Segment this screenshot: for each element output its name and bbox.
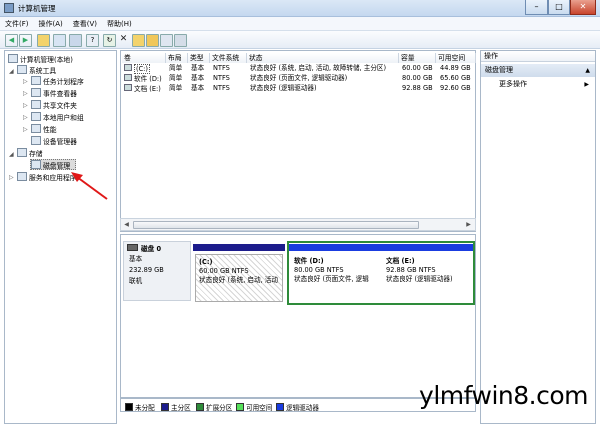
disk-graphical-view: 磁盘 0 基本 232.89 GB 联机 (C:) 60.00 GB NTFS … — [120, 234, 476, 398]
disk-info-panel[interactable]: 磁盘 0 基本 232.89 GB 联机 — [123, 241, 191, 301]
volume-cell: 软件 (D:) — [124, 74, 162, 84]
open-icon[interactable] — [146, 34, 159, 47]
collapse-arrow-icon: ▲ — [585, 67, 590, 74]
capacity-cell: 92.88 GB — [402, 84, 433, 92]
menu-file[interactable]: 文件(F) — [0, 17, 34, 31]
watermark: ylmfwin8.com — [419, 381, 588, 410]
up-folder-icon[interactable] — [37, 34, 50, 47]
free-space-cell: 65.60 GB — [440, 74, 471, 82]
col-header-status[interactable]: 状态 — [247, 53, 399, 63]
type-cell: 基本 — [191, 84, 205, 92]
help-icon[interactable]: ? — [86, 34, 99, 47]
status-cell: 状态良好 (页面文件, 逻辑驱动器) — [250, 74, 348, 82]
col-header-volume[interactable]: 卷 — [122, 53, 166, 63]
legend-primary: 主分区 — [161, 403, 191, 412]
scrollbar-thumb[interactable] — [133, 221, 419, 229]
disk-type: 基本 — [129, 255, 143, 263]
folder-icon[interactable] — [132, 34, 145, 47]
scroll-right-icon[interactable]: ▶ — [464, 220, 473, 229]
col-header-type[interactable]: 类型 — [188, 53, 210, 63]
horizontal-scrollbar[interactable]: ◀ ▶ — [120, 218, 476, 231]
title-bar: 计算机管理 – □ ✕ — [0, 0, 600, 17]
layout-cell: 简单 — [169, 74, 183, 82]
disk-size: 232.89 GB — [129, 266, 164, 274]
free-space-cell: 92.60 GB — [440, 84, 471, 92]
partition-d[interactable]: 软件 (D:) 80.00 GB NTFS 状态良好 (页面文件, 逻辑 — [289, 244, 381, 304]
submenu-arrow-icon: ▶ — [584, 81, 589, 88]
menu-bar: 文件(F) 操作(A) 查看(V) 帮助(H) — [0, 17, 600, 31]
actions-section-disk-management[interactable]: 磁盘管理 ▲ — [481, 64, 595, 77]
navigation-tree: 计算机管理(本地) ◢ 系统工具 ▷ 任务计划程序 ▷ 事件查看器 ▷ 共享文件… — [4, 50, 117, 424]
table-row[interactable]: (C:) 简单 基本 NTFS 状态良好 (系统, 启动, 活动, 故障转储, … — [122, 64, 476, 74]
refresh-icon[interactable]: ↻ — [103, 34, 116, 47]
red-arrow-annotation — [71, 172, 108, 200]
maximize-button[interactable]: □ — [548, 0, 570, 15]
table-row[interactable]: 文档 (E:) 简单 基本 NTFS 状态良好 (逻辑驱动器) 92.88 GB… — [122, 84, 476, 94]
volume-list: 卷 布局 类型 文件系统 状态 容量 可用空间 (C:) 简单 基本 NTFS … — [120, 50, 476, 232]
logical-drive-bar — [381, 244, 473, 251]
partition-body: (C:) 60.00 GB NTFS 状态良好 (系统, 启动, 活动 — [195, 254, 283, 302]
partition-body: 文档 (E:) 92.88 GB NTFS 状态良好 (逻辑驱动器) — [386, 257, 453, 283]
filesystem-cell: NTFS — [213, 74, 230, 82]
volume-cell: 文档 (E:) — [124, 84, 161, 94]
menu-action[interactable]: 操作(A) — [34, 17, 68, 31]
type-cell: 基本 — [191, 64, 205, 72]
show-hide-tree-icon[interactable] — [53, 34, 66, 47]
view-icon[interactable] — [174, 34, 187, 47]
col-header-capacity[interactable]: 容量 — [399, 53, 436, 63]
volume-cell: (C:) — [124, 64, 150, 74]
partition-body: 软件 (D:) 80.00 GB NTFS 状态良好 (页面文件, 逻辑 — [294, 257, 369, 283]
type-cell: 基本 — [191, 74, 205, 82]
disk-name: 磁盘 0 — [127, 244, 161, 254]
layout-cell: 简单 — [169, 64, 183, 72]
legend-unallocated: 未分配 — [125, 403, 155, 412]
logical-drive-bar — [289, 244, 381, 251]
partition-e[interactable]: 文档 (E:) 92.88 GB NTFS 状态良好 (逻辑驱动器) — [381, 244, 473, 304]
computer-management-icon — [4, 3, 14, 13]
delete-icon[interactable]: ✕ — [118, 34, 129, 45]
col-header-free-space[interactable]: 可用空间 — [436, 53, 476, 63]
more-actions-item[interactable]: 更多操作 ▶ — [481, 79, 595, 90]
primary-partition-bar — [193, 244, 285, 251]
disk-status: 联机 — [129, 277, 143, 285]
settings-icon[interactable] — [160, 34, 173, 47]
table-row[interactable]: 软件 (D:) 简单 基本 NTFS 状态良好 (页面文件, 逻辑驱动器) 80… — [122, 74, 476, 84]
forward-icon[interactable]: ▶ — [19, 34, 32, 47]
minimize-button[interactable]: – — [525, 0, 548, 15]
toolbar: ◀ ▶ ? ↻ ✕ — [0, 31, 600, 49]
free-space-cell: 44.89 GB — [440, 64, 471, 72]
status-cell: 状态良好 (逻辑驱动器) — [250, 84, 317, 92]
menu-view[interactable]: 查看(V) — [68, 17, 102, 31]
status-cell: 状态良好 (系统, 启动, 活动, 故障转储, 主分区) — [250, 64, 387, 72]
menu-help[interactable]: 帮助(H) — [102, 17, 137, 31]
filesystem-cell: NTFS — [213, 64, 230, 72]
actions-header: 操作 — [481, 51, 595, 62]
properties-icon[interactable] — [69, 34, 82, 47]
window-title: 计算机管理 — [18, 4, 56, 13]
scroll-left-icon[interactable]: ◀ — [122, 220, 131, 229]
back-icon[interactable]: ◀ — [5, 34, 18, 47]
legend-logical: 逻辑驱动器 — [276, 403, 319, 412]
legend-extended: 扩展分区 — [196, 403, 232, 412]
disk-icon — [127, 244, 138, 251]
capacity-cell: 60.00 GB — [402, 64, 433, 72]
actions-pane: 操作 磁盘管理 ▲ 更多操作 ▶ — [480, 50, 596, 424]
col-header-layout[interactable]: 布局 — [166, 53, 188, 63]
capacity-cell: 80.00 GB — [402, 74, 433, 82]
col-header-filesystem[interactable]: 文件系统 — [210, 53, 247, 63]
legend-free-space: 可用空间 — [236, 403, 272, 412]
layout-cell: 简单 — [169, 84, 183, 92]
partition-c[interactable]: (C:) 60.00 GB NTFS 状态良好 (系统, 启动, 活动 — [193, 244, 285, 304]
filesystem-cell: NTFS — [213, 84, 230, 92]
close-button[interactable]: ✕ — [570, 0, 596, 15]
